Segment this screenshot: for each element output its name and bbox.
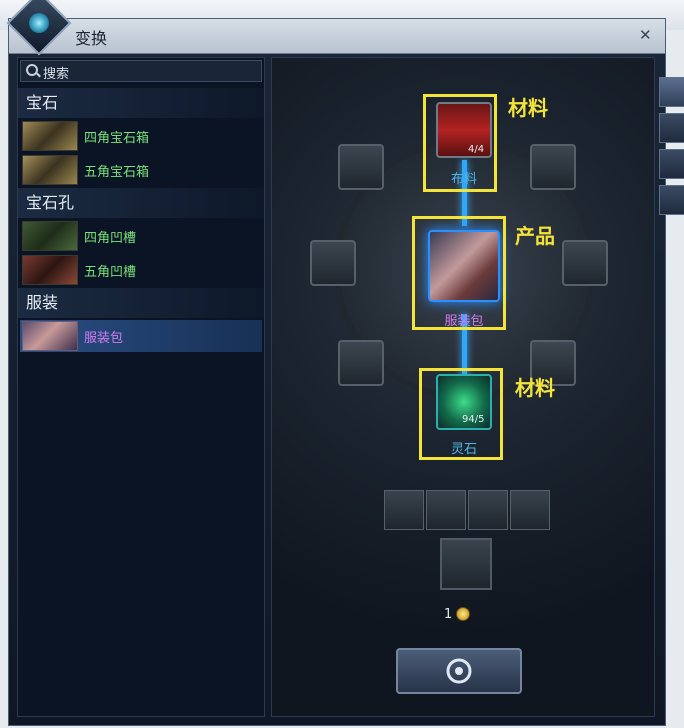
list-item-label: 四角宝石箱 [84,131,150,146]
empty-slot[interactable] [310,240,356,286]
list-item-label: 四角凹槽 [84,231,137,246]
empty-slot[interactable] [530,144,576,190]
empty-slot[interactable] [562,240,608,286]
convert-button[interactable] [396,648,522,694]
title-bar[interactable]: 变换 ✕ [9,19,665,54]
extra-slot[interactable] [426,490,466,530]
annotation-product: 产品 [515,224,555,248]
search-icon [26,64,38,76]
slot-icon [22,255,78,285]
category-header-gem[interactable]: 宝石 [18,88,264,118]
pouch-icon[interactable] [659,77,684,107]
result-slot[interactable] [440,538,492,590]
list-item-label: 五角宝石箱 [84,165,150,180]
list-item[interactable]: 五角宝石箱 [20,154,262,186]
category-header-outfit[interactable]: 服装 [18,288,264,318]
empty-slot[interactable] [338,144,384,190]
list-item[interactable]: 四角凹槽 [20,220,262,252]
search-input[interactable]: 搜索 [20,60,262,82]
annotation-material: 材料 [515,376,555,400]
side-tabs [659,77,684,257]
recipe-list-panel: 搜索 宝石 四角宝石箱 五角宝石箱 宝石孔 四角凹槽 五角凹槽 服装 服装包 [17,57,265,717]
empty-slot[interactable] [338,340,384,386]
coin-icon [456,607,470,621]
gem-box-icon [22,155,78,185]
gem-box-icon [22,121,78,151]
extra-slot[interactable] [384,490,424,530]
outfit-bag-icon [22,321,78,351]
list-item-label: 服装包 [84,331,124,346]
gem-icon[interactable] [659,113,684,143]
convert-icon [446,658,472,684]
extra-slot[interactable] [468,490,508,530]
list-item-label: 五角凹槽 [84,265,137,280]
window-title: 变换 [75,29,108,48]
outfit-icon[interactable] [659,185,684,215]
cost-count: 1 [444,607,453,622]
list-item[interactable]: 四角宝石箱 [20,120,262,152]
list-item-selected[interactable]: 服装包 [20,320,262,352]
hexagon-icon[interactable] [659,149,684,179]
category-header-gem-slot[interactable]: 宝石孔 [18,188,264,218]
search-label: 搜索 [43,67,70,82]
list-item[interactable]: 五角凹槽 [20,254,262,286]
annotation-material: 材料 [508,96,548,120]
highlight-box-product [412,216,506,330]
transform-window: 变换 ✕ 搜索 宝石 四角宝石箱 五角宝石箱 宝石孔 四角凹槽 五角凹槽 服装 … [8,18,684,726]
extra-slot[interactable] [510,490,550,530]
close-icon[interactable]: ✕ [639,26,652,44]
slot-icon [22,221,78,251]
highlight-box-material [419,368,503,460]
highlight-box-material [423,94,497,192]
